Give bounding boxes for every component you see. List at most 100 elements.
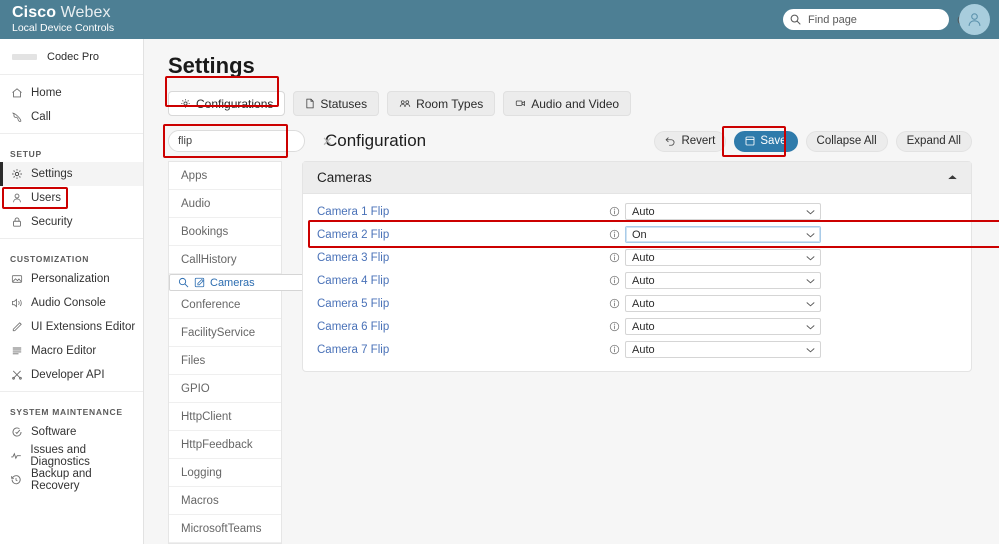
config-filter-wrapper: ✕	[163, 124, 333, 158]
sidebar-item-issues-and-diagnostics-label: Issues and Diagnostics	[30, 444, 90, 468]
info-icon[interactable]	[603, 275, 625, 286]
category-httpfeedback[interactable]: HttpFeedback	[169, 431, 281, 459]
sidebar-item-personalization[interactable]: Personalization	[0, 267, 143, 291]
config-row-label[interactable]: Camera 6 Flip	[303, 321, 603, 333]
config-row-camera-5-flip: Camera 5 Flip Auto	[303, 292, 971, 315]
config-select-wrapper: Auto	[625, 341, 821, 358]
config-select[interactable]: On	[625, 226, 821, 243]
config-select-wrapper: Auto	[625, 272, 821, 289]
config-select-value: Auto	[632, 343, 655, 356]
config-row-label[interactable]: Camera 3 Flip	[303, 252, 603, 264]
config-select-wrapper: Auto	[625, 249, 821, 266]
config-select-value: Auto	[632, 297, 655, 310]
config-select[interactable]: Auto	[625, 318, 821, 335]
config-row-label[interactable]: Camera 2 Flip	[303, 229, 603, 241]
sidebar-item-security[interactable]: Security	[0, 210, 143, 234]
category-conference[interactable]: Conference	[169, 291, 281, 319]
close-icon[interactable]: ✕	[322, 135, 333, 148]
info-icon[interactable]	[603, 321, 625, 332]
video-icon	[515, 98, 526, 109]
speaker-icon	[10, 297, 23, 309]
config-select[interactable]: Auto	[625, 203, 821, 220]
tab-room-types-label: Room Types	[416, 96, 484, 111]
revert-button[interactable]: Revert	[654, 130, 727, 152]
tab-audio-and-video[interactable]: Audio and Video	[503, 91, 632, 116]
sidebar-item-issues-and-diagnostics[interactable]: Issues and Diagnostics	[0, 444, 143, 468]
cameras-card-header[interactable]: Cameras	[303, 162, 971, 194]
sidebar-item-macro-editor[interactable]: Macro Editor	[0, 339, 143, 363]
pencil-icon	[10, 321, 23, 333]
tab-statuses-label: Statuses	[320, 96, 368, 111]
category-files[interactable]: Files	[169, 347, 281, 375]
sidebar-item-ui-extensions-editor[interactable]: UI Extensions Editor	[0, 315, 143, 339]
category-httpclient[interactable]: HttpClient	[169, 403, 281, 431]
edit-icon[interactable]	[194, 277, 205, 288]
collapse-all-button[interactable]: Collapse All	[805, 130, 888, 152]
category-bookings-label: Bookings	[181, 225, 229, 238]
config-select-value: Auto	[632, 251, 655, 264]
sidebar-item-ui-extensions-editor-label: UI Extensions Editor	[31, 321, 136, 333]
config-filter-box[interactable]: ✕	[168, 130, 333, 152]
tab-configurations-label: Configurations	[196, 96, 274, 111]
brand-cisco: Cisco	[12, 4, 57, 22]
config-select[interactable]: Auto	[625, 272, 821, 289]
action-buttons: Revert Save Collapse All Expand All	[654, 125, 972, 157]
category-gpio[interactable]: GPIO	[169, 375, 281, 403]
sidebar-item-audio-console-label: Audio Console	[31, 297, 106, 309]
category-bookings[interactable]: Bookings	[169, 218, 281, 246]
info-icon[interactable]	[603, 229, 625, 240]
info-icon[interactable]	[603, 298, 625, 309]
sidebar-item-settings[interactable]: Settings	[0, 162, 143, 186]
sidebar-item-developer-api[interactable]: Developer API	[0, 363, 143, 387]
category-logging[interactable]: Logging	[169, 459, 281, 487]
config-filter-input[interactable]	[176, 134, 322, 148]
configuration-header: Configuration Revert Save Collapse All E…	[305, 125, 999, 157]
category-apps[interactable]: Apps	[169, 162, 281, 190]
config-row-label[interactable]: Camera 4 Flip	[303, 275, 603, 287]
chevron-up-icon[interactable]	[948, 174, 957, 181]
list-icon	[10, 345, 23, 357]
tab-room-types[interactable]: Room Types	[387, 91, 496, 116]
sidebar-item-home[interactable]: Home	[0, 81, 143, 105]
config-row-label[interactable]: Camera 7 Flip	[303, 344, 603, 356]
sidebar-item-audio-console[interactable]: Audio Console	[0, 291, 143, 315]
history-icon	[10, 474, 23, 486]
config-select[interactable]: Auto	[625, 341, 821, 358]
sidebar-group-setup: SETUP Settings Users Security	[0, 134, 143, 239]
sidebar-item-software[interactable]: Software	[0, 420, 143, 444]
sidebar-item-users[interactable]: Users	[0, 186, 143, 210]
category-microsoftteams-label: MicrosoftTeams	[181, 522, 262, 535]
device-logo-placeholder	[12, 53, 37, 60]
sidebar-item-backup-and-recovery[interactable]: Backup and Recovery	[0, 468, 143, 492]
pulse-icon	[10, 450, 22, 462]
tools-icon	[10, 369, 23, 381]
header-right-controls: ?	[783, 0, 999, 39]
device-identity-row: Codec Pro	[0, 39, 143, 75]
expand-all-button[interactable]: Expand All	[895, 130, 972, 152]
category-facilityservice[interactable]: FacilityService	[169, 319, 281, 347]
category-audio[interactable]: Audio	[169, 190, 281, 218]
config-row-label[interactable]: Camera 5 Flip	[303, 298, 603, 310]
config-row-camera-7-flip: Camera 7 Flip Auto	[303, 338, 971, 361]
category-microsoftteams[interactable]: MicrosoftTeams	[169, 515, 281, 543]
user-avatar-icon[interactable]	[959, 4, 990, 35]
category-macros[interactable]: Macros	[169, 487, 281, 515]
search-input[interactable]	[806, 12, 952, 27]
brand-block: Cisco Webex Local Device Controls	[0, 4, 114, 34]
save-icon	[745, 136, 755, 146]
info-icon[interactable]	[603, 206, 625, 217]
tab-configurations[interactable]: Configurations	[168, 91, 286, 116]
sidebar-item-call[interactable]: Call	[0, 105, 143, 129]
user-icon	[10, 192, 23, 204]
config-select[interactable]: Auto	[625, 249, 821, 266]
config-select[interactable]: Auto	[625, 295, 821, 312]
info-icon[interactable]	[603, 344, 625, 355]
info-icon[interactable]	[603, 252, 625, 263]
tab-statuses[interactable]: Statuses	[293, 91, 380, 116]
config-row-label[interactable]: Camera 1 Flip	[303, 206, 603, 218]
category-callhistory[interactable]: CallHistory	[169, 246, 281, 274]
cameras-config-card: Cameras Camera 1 Flip Auto Camera 2 Flip…	[302, 161, 999, 372]
configuration-title: Configuration	[325, 131, 427, 150]
save-button[interactable]: Save	[734, 130, 798, 152]
find-page-search[interactable]: ?	[783, 9, 969, 30]
